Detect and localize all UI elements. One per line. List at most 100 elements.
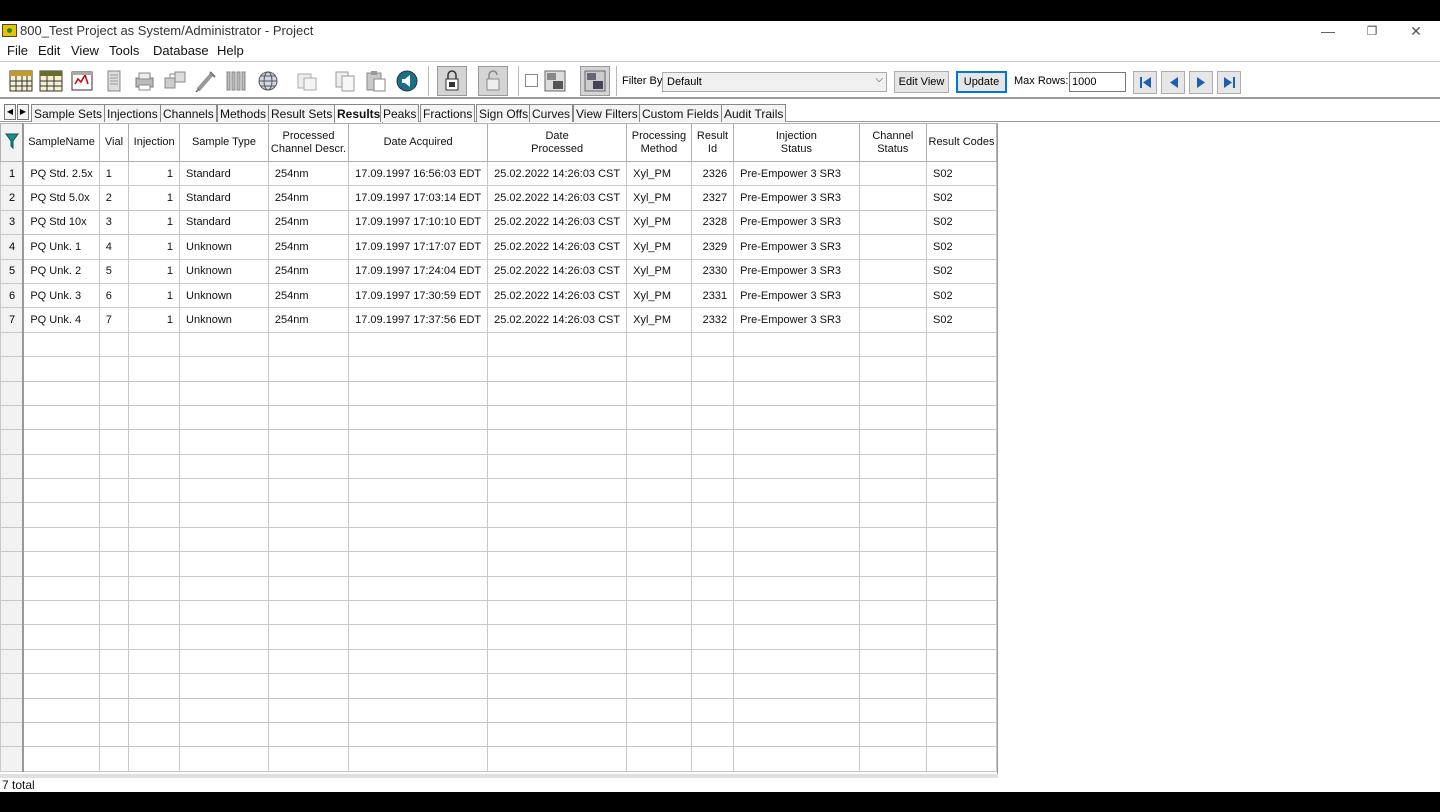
table-cell[interactable] — [348, 478, 489, 504]
row-number[interactable] — [0, 575, 25, 602]
table-cell[interactable] — [733, 478, 860, 504]
paste-icon[interactable] — [363, 68, 389, 94]
max-rows-input[interactable]: 1000 — [1069, 72, 1126, 92]
table-cell[interactable] — [858, 160, 928, 187]
table-cell[interactable] — [690, 624, 735, 650]
table-cell[interactable]: 25.02.2022 14:26:03 CST — [487, 282, 628, 309]
table-cell[interactable] — [22, 404, 100, 431]
row-number[interactable] — [0, 380, 25, 406]
table-cell[interactable]: 5 — [98, 258, 130, 284]
table-cell[interactable] — [267, 453, 350, 480]
restore-button[interactable]: ❐ — [1352, 21, 1392, 41]
tab-curves[interactable]: Curves — [529, 104, 574, 122]
table-cell[interactable] — [98, 453, 130, 480]
table-row[interactable] — [0, 624, 997, 650]
table-cell[interactable] — [690, 502, 735, 528]
table-cell[interactable] — [858, 746, 928, 772]
table-cell[interactable] — [179, 453, 269, 480]
table-row[interactable]: 1 PQ Std. 2.5x 1 1 Standard 254nm 17.09.1997 1… — [0, 160, 997, 187]
table-cell[interactable] — [926, 429, 997, 455]
table-cell[interactable]: 25.02.2022 14:26:03 CST — [487, 209, 628, 236]
row-number[interactable] — [0, 551, 25, 577]
table-row[interactable] — [0, 526, 997, 553]
table-cell[interactable] — [858, 575, 928, 602]
table-cell[interactable] — [348, 721, 489, 748]
column-header[interactable]: Processing Method — [626, 123, 692, 162]
table-cell[interactable]: 2 — [98, 185, 130, 211]
table-cell[interactable] — [348, 600, 489, 626]
table-cell[interactable] — [179, 356, 269, 382]
table-cell[interactable] — [858, 648, 928, 675]
table-cell[interactable] — [179, 697, 269, 723]
table-cell[interactable] — [22, 575, 100, 602]
next-page-button[interactable] — [1189, 71, 1213, 94]
table-cell[interactable] — [487, 697, 628, 723]
table-cell[interactable] — [179, 404, 269, 431]
tab-view-filters[interactable]: View Filters — [573, 104, 641, 122]
table-cell[interactable] — [267, 746, 350, 772]
table-cell[interactable]: 17.09.1997 17:17:07 EDT — [348, 234, 489, 260]
table-cell[interactable]: 254nm — [267, 282, 350, 309]
table-cell[interactable] — [690, 600, 735, 626]
table-cell[interactable]: 254nm — [267, 258, 350, 284]
table-cell[interactable] — [179, 331, 269, 358]
row-number[interactable] — [0, 721, 25, 748]
database-import-button[interactable] — [580, 66, 610, 96]
table-cell[interactable] — [626, 526, 692, 553]
table-cell[interactable] — [626, 746, 692, 772]
table-cell[interactable]: Standard — [179, 160, 269, 187]
table-cell[interactable] — [348, 331, 489, 358]
table-cell[interactable] — [348, 624, 489, 650]
table-cell[interactable]: PQ Std 5.0x — [22, 185, 100, 211]
table-cell[interactable] — [487, 526, 628, 553]
table-cell[interactable] — [267, 478, 350, 504]
table-row[interactable] — [0, 721, 997, 748]
update-button[interactable]: Update — [956, 71, 1007, 93]
table-cell[interactable] — [348, 404, 489, 431]
table-cell[interactable] — [128, 356, 181, 382]
table-cell[interactable] — [98, 697, 130, 723]
tab-methods[interactable]: Methods — [217, 104, 270, 122]
table-cell[interactable]: 4 — [98, 234, 130, 260]
table-cell[interactable]: 17.09.1997 17:10:10 EDT — [348, 209, 489, 236]
table-cell[interactable] — [690, 453, 735, 480]
table-cell[interactable] — [690, 526, 735, 553]
table-cell[interactable] — [348, 648, 489, 675]
table-row[interactable]: 6 PQ Unk. 3 6 1 Unknown 254nm 17.09.1997 17:30… — [0, 282, 997, 309]
edit-view-button[interactable]: Edit View — [894, 71, 949, 93]
table-cell[interactable] — [487, 356, 628, 382]
table-cell[interactable] — [733, 404, 860, 431]
table-cell[interactable] — [22, 429, 100, 455]
table-cell[interactable] — [267, 404, 350, 431]
table-cell[interactable] — [626, 478, 692, 504]
table-cell[interactable] — [179, 380, 269, 406]
table-cell[interactable] — [858, 478, 928, 504]
row-number[interactable]: 5 — [0, 258, 25, 284]
table-cell[interactable] — [179, 429, 269, 455]
tab-channels[interactable]: Channels — [160, 104, 217, 122]
table-cell[interactable] — [733, 453, 860, 480]
table-cell[interactable] — [267, 575, 350, 602]
table-cell[interactable]: 3 — [98, 209, 130, 236]
table-cell[interactable] — [348, 429, 489, 455]
view-results-icon[interactable] — [8, 68, 34, 94]
tab-fractions[interactable]: Fractions — [420, 104, 476, 122]
table-cell[interactable] — [348, 526, 489, 553]
table-cell[interactable] — [487, 478, 628, 504]
table-cell[interactable] — [626, 551, 692, 577]
table-cell[interactable] — [626, 673, 692, 699]
table-cell[interactable] — [690, 356, 735, 382]
table-cell[interactable] — [733, 673, 860, 699]
table-cell[interactable] — [98, 673, 130, 699]
table-cell[interactable] — [128, 551, 181, 577]
table-cell[interactable] — [733, 429, 860, 455]
table-cell[interactable] — [926, 600, 997, 626]
table-row[interactable] — [0, 575, 997, 602]
table-row[interactable]: 3 PQ Std 10x 3 1 Standard 254nm 17.09.1997 17:… — [0, 209, 997, 236]
table-cell[interactable] — [179, 721, 269, 748]
table-cell[interactable] — [487, 746, 628, 772]
table-cell[interactable] — [98, 721, 130, 748]
table-cell[interactable]: Pre-Empower 3 SR3 — [733, 160, 860, 187]
table-cell[interactable] — [128, 331, 181, 358]
table-cell[interactable] — [98, 356, 130, 382]
